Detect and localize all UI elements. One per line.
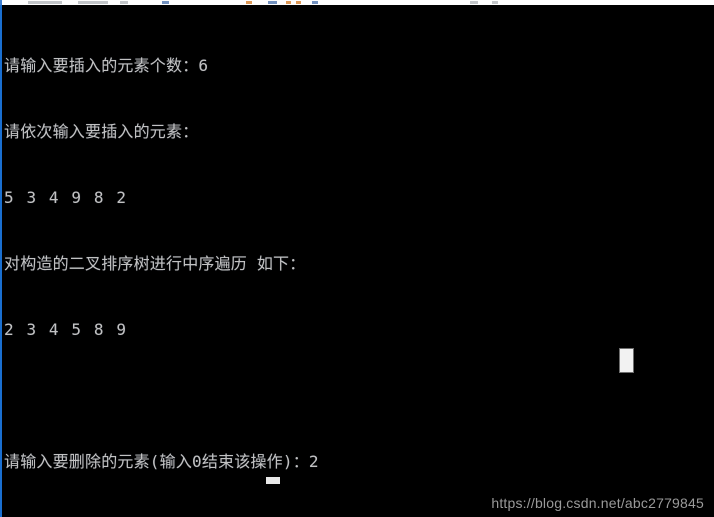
toolbar-fragment [286, 1, 291, 4]
toolbar-fragment [492, 1, 498, 4]
toolbar-fragment [312, 1, 318, 4]
toolbar-fragment [470, 1, 478, 4]
watermark: https://blog.csdn.net/abc2779845 [491, 495, 704, 511]
prompt-cursor [266, 477, 280, 484]
console-text: 请输入要插入的元素个数：6 请依次输入要插入的元素： 5 3 4 9 8 2 对… [4, 11, 710, 517]
toolbar-fragment [120, 1, 128, 4]
toolbar-fragment [246, 1, 252, 4]
toolbar-fragment [296, 1, 301, 4]
output-line-blank [4, 385, 710, 407]
console-output-area[interactable]: 请输入要插入的元素个数：6 请依次输入要插入的元素： 5 3 4 9 8 2 对… [0, 5, 714, 517]
output-line: 2 3 4 5 8 9 [4, 320, 128, 339]
toolbar-fragment [28, 1, 62, 4]
toolbar-fragment [162, 1, 169, 4]
text-cursor-block [620, 349, 633, 372]
output-line: 请输入要删除的元素(输入0结束该操作)：2 [4, 452, 319, 471]
console-window: 请输入要插入的元素个数：6 请依次输入要插入的元素： 5 3 4 9 8 2 对… [0, 0, 714, 517]
output-line: 5 3 4 9 8 2 [4, 188, 128, 207]
output-line: 请依次输入要插入的元素： [4, 122, 199, 141]
toolbar-fragment [268, 1, 277, 4]
output-line: 对构造的二叉排序树进行中序遍历 如下： [4, 254, 306, 273]
output-line: 请输入要插入的元素个数：6 [4, 56, 209, 75]
toolbar-fragment [78, 1, 108, 4]
